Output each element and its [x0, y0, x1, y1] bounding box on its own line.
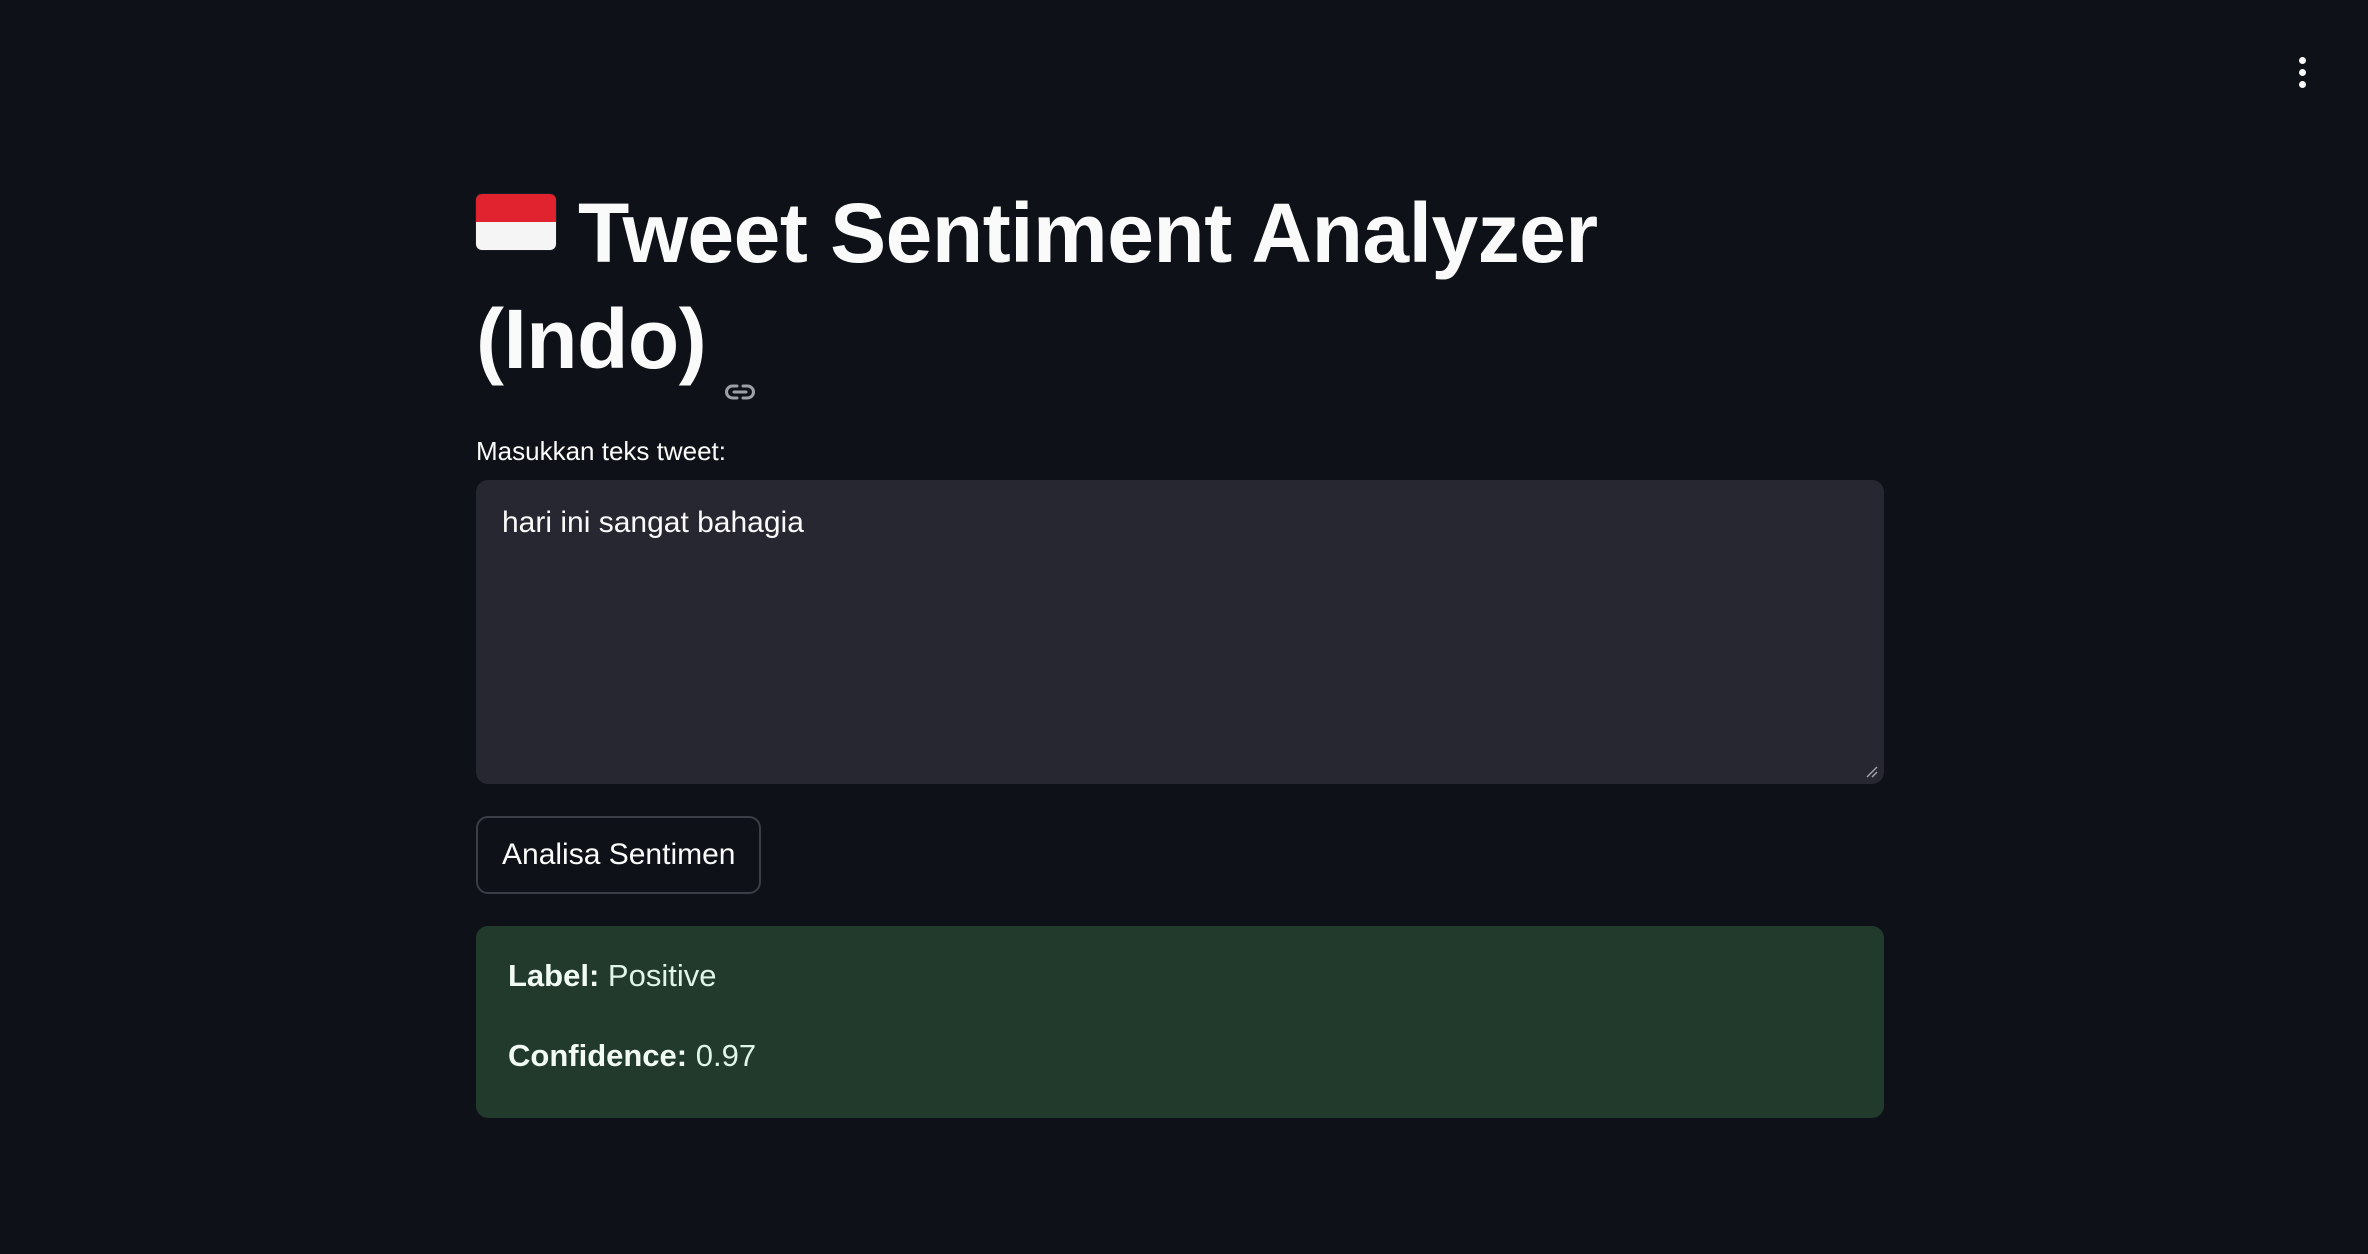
app-page: Tweet Sentiment Analyzer (Indo) Masukkan… [0, 0, 2368, 1254]
kebab-dot [2298, 56, 2306, 64]
main-menu-button[interactable] [2282, 52, 2322, 92]
result-label-key: Label: [508, 958, 600, 993]
analyze-sentiment-button[interactable]: Analisa Sentimen [476, 816, 762, 894]
tweet-input-label: Masukkan teks tweet: [476, 436, 726, 466]
result-confidence-key: Confidence: [508, 1038, 688, 1073]
main-content: Tweet Sentiment Analyzer (Indo) Masukkan… [476, 180, 1884, 1118]
tweet-textarea[interactable]: hari ini sangat bahagia [476, 480, 1884, 784]
resize-handle-icon[interactable] [1862, 762, 1878, 778]
result-label-value: Positive [607, 958, 717, 993]
result-confidence-value: 0.97 [695, 1038, 757, 1073]
indonesia-flag-icon [476, 194, 556, 250]
tweet-textarea-container: hari ini sangat bahagia [476, 480, 1884, 784]
link-icon[interactable] [722, 328, 758, 400]
page-title-text: Tweet Sentiment Analyzer (Indo) [476, 186, 1598, 386]
result-confidence-row: Confidence: 0.97 [508, 1036, 1852, 1076]
sentiment-result-box: Label: Positive Confidence: 0.97 [476, 926, 1884, 1118]
page-title: Tweet Sentiment Analyzer (Indo) [476, 180, 1676, 400]
result-label-row: Label: Positive [508, 956, 1852, 996]
kebab-dot [2298, 68, 2306, 76]
kebab-dot [2298, 80, 2306, 88]
